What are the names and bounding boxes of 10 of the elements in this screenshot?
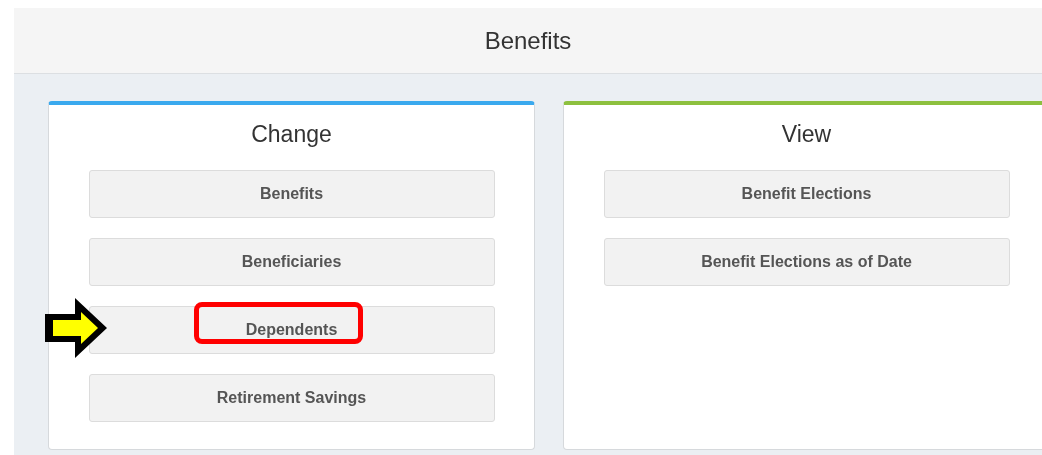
action-button[interactable]: Retirement Savings [88,374,495,422]
action-button[interactable]: Benefit Elections [603,170,1010,218]
action-button[interactable]: Beneficiaries [88,238,495,286]
action-button[interactable]: Dependents [88,306,495,354]
card-title: Change [251,121,332,148]
pointer-arrow-icon [42,296,109,360]
action-button[interactable]: Benefit Elections as of Date [603,238,1010,286]
page-title: Benefits [484,26,572,55]
action-button[interactable]: Benefits [88,170,495,218]
card-title: View [781,121,832,148]
